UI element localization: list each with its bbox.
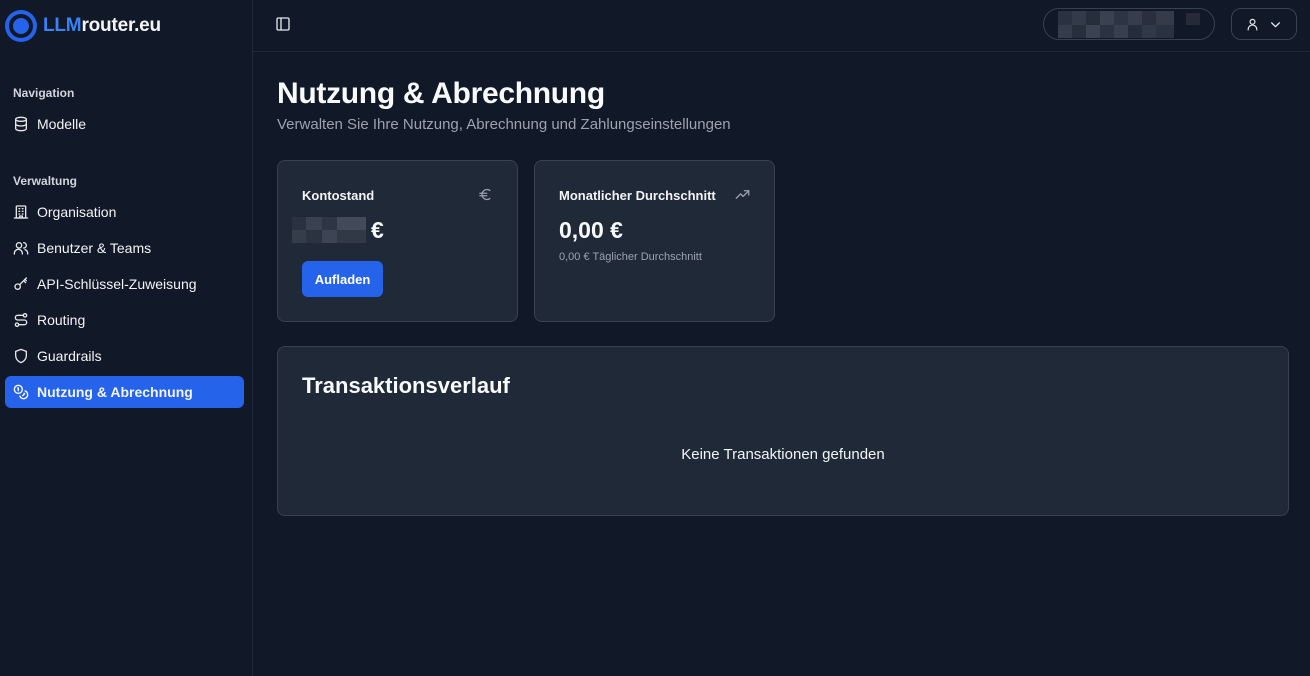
sidebar: LLMrouter.eu Navigation Modelle Verwaltu… bbox=[0, 0, 253, 676]
chevron-down-icon bbox=[1271, 21, 1280, 27]
organization-selector[interactable] bbox=[1043, 8, 1215, 40]
coins-icon bbox=[13, 384, 29, 400]
user-icon bbox=[1247, 18, 1258, 31]
sidebar-item-label: API-Schlüssel-Zuweisung bbox=[37, 276, 197, 292]
monthly-average-card: Monatlicher Durchschnitt 0,00 € 0,00 € T… bbox=[534, 160, 775, 322]
monthly-average-title: Monatlicher Durchschnitt bbox=[559, 188, 716, 203]
section-label-navigation: Navigation bbox=[13, 86, 75, 100]
sidebar-item-api-keys[interactable]: API-Schlüssel-Zuweisung bbox=[5, 268, 244, 300]
key-icon bbox=[14, 277, 27, 290]
balance-currency: € bbox=[371, 217, 384, 243]
sidebar-item-label: Organisation bbox=[37, 204, 117, 220]
daily-average-note: 0,00 € Täglicher Durchschnitt bbox=[559, 251, 702, 263]
sidebar-item-organisation[interactable]: Organisation bbox=[5, 196, 244, 228]
logo-mark-icon bbox=[5, 10, 37, 42]
transaction-history-card: Transaktionsverlauf Keine Transaktionen … bbox=[277, 346, 1289, 516]
euro-icon bbox=[479, 188, 491, 201]
building-icon bbox=[13, 205, 29, 219]
sidebar-item-routing[interactable]: Routing bbox=[5, 304, 244, 336]
section-label-verwaltung: Verwaltung bbox=[13, 174, 78, 188]
sidebar-item-modelle[interactable]: Modelle bbox=[5, 108, 244, 140]
brand-name: LLMrouter.eu bbox=[43, 15, 161, 36]
monthly-average-value: 0,00 € bbox=[559, 217, 623, 243]
sidebar-item-usage-billing[interactable]: Nutzung & Abrechnung bbox=[5, 376, 244, 408]
balance-card: Kontostand € Aufladen bbox=[277, 160, 518, 322]
empty-state-message: Keine Transaktionen gefunden bbox=[681, 446, 885, 463]
brand-logo[interactable]: LLMrouter.eu bbox=[5, 10, 161, 42]
balance-value-redacted bbox=[292, 217, 366, 243]
database-icon bbox=[15, 116, 27, 132]
sidebar-item-label: Benutzer & Teams bbox=[37, 240, 152, 256]
sidebar-item-users-teams[interactable]: Benutzer & Teams bbox=[5, 232, 244, 264]
sidebar-item-label: Nutzung & Abrechnung bbox=[37, 384, 193, 400]
top-bar bbox=[253, 0, 1310, 52]
sidebar-item-label: Routing bbox=[37, 312, 86, 328]
transaction-history-title: Transaktionsverlauf bbox=[302, 373, 510, 398]
user-menu-button[interactable] bbox=[1231, 8, 1297, 40]
balance-card-title: Kontostand bbox=[302, 188, 375, 203]
users-icon bbox=[13, 242, 29, 255]
shield-icon bbox=[15, 348, 27, 364]
sidebar-item-guardrails[interactable]: Guardrails bbox=[5, 340, 244, 372]
route-icon bbox=[14, 313, 28, 327]
top-up-button[interactable]: Aufladen bbox=[302, 261, 383, 297]
sidebar-item-label: Guardrails bbox=[37, 348, 102, 364]
page-subtitle: Verwalten Sie Ihre Nutzung, Abrechnung u… bbox=[277, 116, 731, 133]
trending-up-icon bbox=[735, 190, 750, 199]
sidebar-item-label: Modelle bbox=[37, 116, 87, 132]
page-title: Nutzung & Abrechnung bbox=[277, 77, 605, 110]
panel-left-icon[interactable] bbox=[275, 16, 291, 32]
